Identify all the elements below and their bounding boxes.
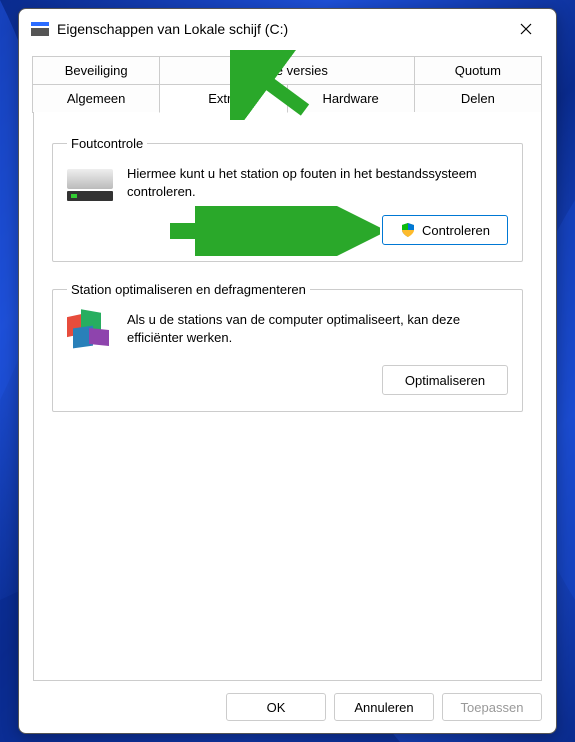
- optimize-button-label: Optimaliseren: [405, 373, 485, 388]
- dialog-footer: OK Annuleren Toepassen: [19, 681, 556, 733]
- error-check-group: Foutcontrole Hiermee kunt u het station …: [52, 136, 523, 262]
- window-title: Eigenschappen van Lokale schijf (C:): [57, 21, 504, 37]
- apply-button[interactable]: Toepassen: [442, 693, 542, 721]
- tab-beveiliging[interactable]: Beveiliging: [32, 56, 160, 85]
- tab-delen[interactable]: Delen: [414, 84, 542, 113]
- hdd-icon: [67, 169, 113, 201]
- tab-vorige-versies[interactable]: Vorige versies: [159, 56, 415, 85]
- tab-hardware[interactable]: Hardware: [287, 84, 415, 113]
- error-check-text: Hiermee kunt u het station op fouten in …: [127, 165, 508, 200]
- check-button-label: Controleren: [422, 223, 490, 238]
- tab-extra[interactable]: Extra: [159, 84, 287, 113]
- check-button[interactable]: Controleren: [382, 215, 508, 245]
- tab-algemeen[interactable]: Algemeen: [32, 84, 160, 113]
- uac-shield-icon: [400, 222, 416, 238]
- optimize-text: Als u de stations van de computer optima…: [127, 311, 508, 346]
- cancel-button[interactable]: Annuleren: [334, 693, 434, 721]
- close-button[interactable]: [504, 14, 548, 44]
- error-check-legend: Foutcontrole: [67, 136, 147, 151]
- close-icon: [520, 23, 532, 35]
- optimize-legend: Station optimaliseren en defragmenteren: [67, 282, 310, 297]
- tab-strip: Beveiliging Vorige versies Quotum Algeme…: [33, 57, 542, 113]
- optimize-button[interactable]: Optimaliseren: [382, 365, 508, 395]
- titlebar: Eigenschappen van Lokale schijf (C:): [19, 9, 556, 49]
- defrag-icon: [67, 311, 113, 351]
- properties-dialog: Eigenschappen van Lokale schijf (C:) Bev…: [18, 8, 557, 734]
- tab-quotum[interactable]: Quotum: [414, 56, 542, 85]
- tab-panel-extra: Foutcontrole Hiermee kunt u het station …: [33, 112, 542, 681]
- ok-button[interactable]: OK: [226, 693, 326, 721]
- optimize-group: Station optimaliseren en defragmenteren …: [52, 282, 523, 412]
- dialog-content: Beveiliging Vorige versies Quotum Algeme…: [19, 49, 556, 681]
- drive-icon: [31, 22, 49, 36]
